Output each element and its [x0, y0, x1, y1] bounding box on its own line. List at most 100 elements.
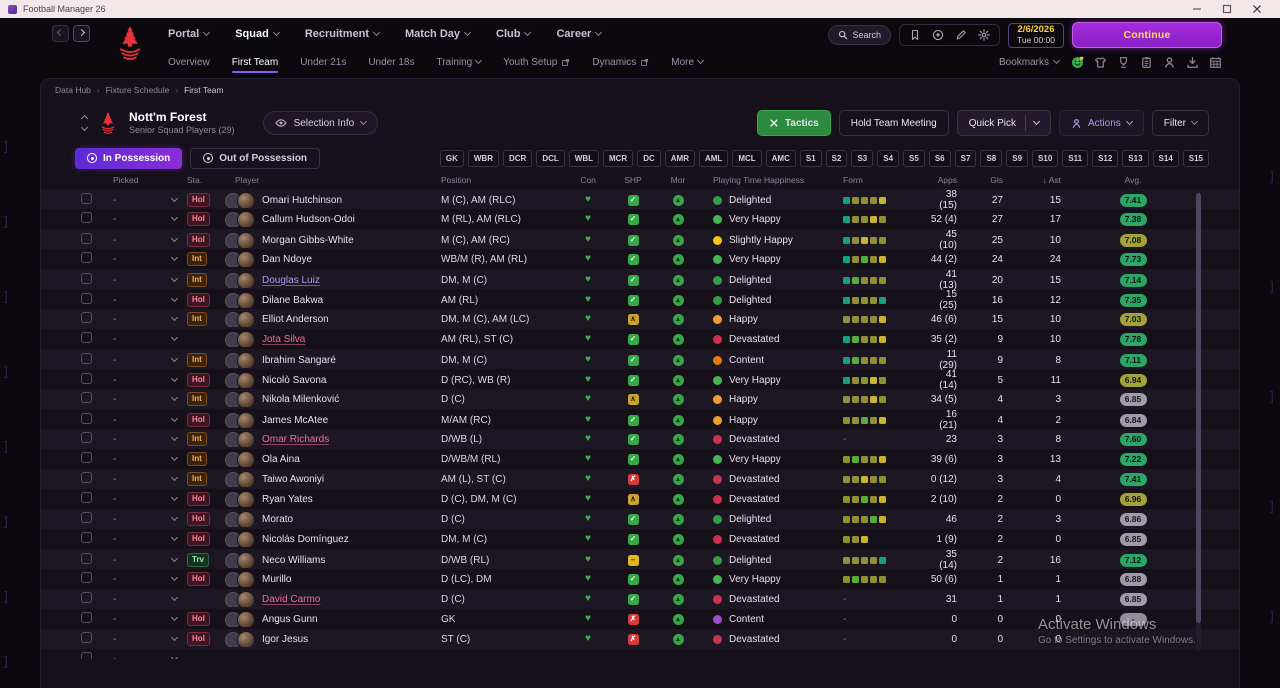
picked-dropdown[interactable]: - — [101, 589, 187, 609]
row-checkbox[interactable] — [81, 392, 92, 403]
col-mor[interactable]: Mor — [655, 175, 701, 185]
position-chip-s8[interactable]: S8 — [980, 149, 1003, 167]
continue-button[interactable]: Continue — [1072, 22, 1222, 48]
table-row[interactable]: - Hol Morato D (C) ♥ ✓ ▴ Delighted 46 2 3 6.86 — [41, 509, 1239, 529]
player-name[interactable]: Nicolás Domínguez — [262, 534, 349, 545]
back-button[interactable] — [52, 25, 69, 42]
nav-match-day[interactable]: Match Day — [405, 28, 472, 40]
col-shp[interactable]: SHP — [611, 175, 655, 185]
player-name[interactable]: Murillo — [262, 574, 291, 585]
player-name[interactable]: Morgan Gibbs-White — [262, 235, 354, 246]
table-row[interactable]: - Int Ola Aina D/WB/M (RL) ♥ ✓ ▴ Very Happy 39 (… — [41, 449, 1239, 469]
shirt-icon[interactable] — [1094, 56, 1107, 69]
player-name[interactable]: Jota Silva — [262, 334, 305, 345]
position-chip-mcl[interactable]: MCL — [732, 149, 762, 167]
gear-icon[interactable] — [978, 29, 990, 41]
player-name[interactable]: Ryan Yates — [262, 494, 313, 505]
row-checkbox[interactable] — [81, 252, 92, 263]
subnav-overview[interactable]: Overview — [168, 51, 210, 73]
table-row[interactable]: - Hol Nicolò Savona D (RC), WB (R) ♥ ✓ ▴ Very H… — [41, 369, 1239, 391]
collapse-down-button[interactable] — [79, 123, 89, 132]
smiley-icon[interactable] — [1071, 56, 1084, 69]
player-name[interactable]: Douglas Luiz — [262, 275, 320, 286]
quick-pick-button[interactable]: Quick Pick — [956, 110, 1051, 136]
picked-dropdown[interactable]: - — [101, 409, 187, 431]
picked-dropdown[interactable]: - — [101, 429, 187, 449]
position-chip-s12[interactable]: S12 — [1092, 149, 1119, 167]
row-checkbox[interactable] — [81, 492, 92, 503]
position-chip-s3[interactable]: S3 — [851, 149, 874, 167]
col-con[interactable]: Con — [565, 175, 611, 185]
col-form[interactable]: Form — [831, 175, 929, 185]
position-chip-s5[interactable]: S5 — [903, 149, 925, 167]
player-name[interactable]: Taiwo Awoniyi — [262, 474, 324, 485]
player-name[interactable]: Omari Hutchinson — [262, 195, 342, 206]
player-name[interactable]: Ola Aina — [262, 454, 300, 465]
collapse-up-button[interactable] — [79, 114, 89, 123]
table-row[interactable]: - Int Elliot Anderson DM, M (C), AM (LC) ♥ ∧ ▴… — [41, 309, 1239, 329]
position-chip-wbr[interactable]: WBR — [467, 149, 499, 167]
col-avg[interactable]: Avg. — [1091, 175, 1175, 185]
picked-dropdown[interactable]: - — [101, 209, 187, 229]
table-row[interactable]: - Hol Igor Jesus ST (C) ♥ ✗ ▴ Devastated - 0 0 0 — [41, 629, 1239, 649]
position-chip-s15[interactable]: S15 — [1182, 149, 1209, 167]
position-chip-wbl[interactable]: WBL — [568, 149, 599, 167]
tab-out-of-possession[interactable]: Out of Possession — [190, 147, 321, 169]
position-chip-dcl[interactable]: DCL — [536, 149, 565, 167]
tab-in-possession[interactable]: In Possession — [75, 147, 183, 169]
row-checkbox[interactable] — [81, 312, 92, 323]
nav-recruitment[interactable]: Recruitment — [305, 28, 381, 40]
row-checkbox[interactable] — [81, 452, 92, 463]
picked-dropdown[interactable]: - — [101, 549, 187, 571]
subnav-under-18s[interactable]: Under 18s — [368, 51, 414, 73]
picked-dropdown[interactable]: - — [101, 269, 187, 291]
table-row[interactable]: - Hol Dilane Bakwa AM (RL) ♥ ✓ ▴ Delighted 15 (2… — [41, 289, 1239, 311]
maximize-button[interactable] — [1212, 0, 1242, 18]
minimize-button[interactable] — [1182, 0, 1212, 18]
player-name[interactable]: Neco Williams — [262, 555, 325, 566]
player-name[interactable]: Omar Richards — [262, 434, 329, 445]
breadcrumb-item[interactable]: Fixture Schedule — [106, 85, 170, 95]
picked-dropdown[interactable]: - — [101, 509, 187, 529]
position-chip-dc[interactable]: DC — [637, 149, 661, 167]
player-name[interactable]: Nicolò Savona — [262, 375, 326, 386]
position-chip-s11[interactable]: S11 — [1062, 149, 1089, 167]
clipboard-icon[interactable] — [1140, 56, 1153, 69]
row-checkbox[interactable] — [81, 652, 92, 659]
subnav-training[interactable]: Training — [436, 51, 483, 73]
col-picked[interactable]: Picked — [101, 175, 187, 185]
subnav-more[interactable]: More — [671, 51, 705, 73]
picked-dropdown[interactable]: - — [101, 489, 187, 509]
picked-dropdown[interactable]: - — [101, 309, 187, 329]
close-button[interactable] — [1242, 0, 1272, 18]
nav-squad[interactable]: Squad — [235, 28, 280, 40]
breadcrumb-item[interactable]: First Team — [184, 85, 224, 95]
col-happiness[interactable]: Playing Time Happiness — [701, 175, 831, 185]
player-name[interactable]: Morato — [262, 514, 293, 525]
ball-icon[interactable] — [932, 29, 944, 41]
selection-info-dropdown[interactable]: Selection Info — [262, 111, 379, 135]
table-row[interactable]: - Int Ibrahim Sangaré DM, M (C) ♥ ✓ ▴ Content 11… — [41, 349, 1239, 371]
table-row[interactable]: - Hol Morgan Gibbs-White M (C), AM (RC) ♥ ✓ ▴ S… — [41, 229, 1239, 251]
player-name[interactable]: Dan Ndoye — [262, 254, 312, 265]
row-checkbox[interactable] — [81, 572, 92, 583]
bookmarks-dropdown[interactable]: Bookmarks — [999, 57, 1061, 68]
position-chip-s9[interactable]: S9 — [1006, 149, 1029, 167]
position-chip-s1[interactable]: S1 — [799, 149, 822, 167]
actions-button[interactable]: Actions — [1058, 110, 1144, 136]
row-checkbox[interactable] — [81, 332, 92, 343]
subnav-under-21s[interactable]: Under 21s — [300, 51, 346, 73]
row-checkbox[interactable] — [81, 212, 92, 223]
picked-dropdown[interactable]: - — [101, 249, 187, 269]
position-chip-mcr[interactable]: MCR — [602, 149, 634, 167]
picked-dropdown[interactable]: - — [101, 329, 187, 349]
row-checkbox[interactable] — [81, 472, 92, 483]
row-checkbox[interactable] — [81, 353, 92, 364]
row-checkbox[interactable] — [81, 233, 92, 244]
player-name[interactable]: James McAtee — [262, 415, 328, 426]
trophy-icon[interactable] — [1117, 56, 1130, 69]
table-row[interactable]: - Hol Callum Hudson-Odoi M (RL), AM (RLC) ♥ ✓… — [41, 209, 1239, 229]
subnav-first-team[interactable]: First Team — [231, 51, 278, 73]
picked-dropdown[interactable]: - — [101, 349, 187, 371]
subnav-youth-setup[interactable]: Youth Setup — [503, 51, 570, 73]
